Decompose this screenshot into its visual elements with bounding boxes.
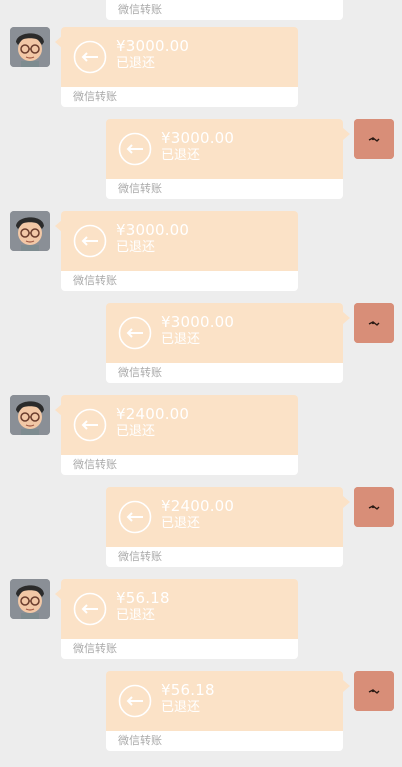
avatar[interactable] xyxy=(354,671,394,711)
transfer-amount: ¥56.18 xyxy=(116,589,170,607)
avatar[interactable] xyxy=(354,303,394,343)
transfer-status: 已退还 xyxy=(161,700,201,715)
avatar[interactable] xyxy=(10,395,50,435)
refund-arrow-icon xyxy=(118,132,152,166)
bubble-tail xyxy=(343,128,350,140)
avatar[interactable] xyxy=(10,27,50,67)
orange-avatar-icon xyxy=(354,303,394,343)
transfer-card-footer: 微信转账 xyxy=(118,734,162,747)
transfer-card[interactable]: ¥2400.00 已退还 微信转账 xyxy=(106,487,343,567)
transfer-card-footer: 微信转账 xyxy=(73,642,117,655)
transfer-card[interactable]: ¥56.18 已退还 微信转账 xyxy=(61,579,298,659)
refund-arrow-icon xyxy=(73,592,107,626)
transfer-card-footer: 微信转账 xyxy=(118,3,162,16)
transfer-card-footer: 微信转账 xyxy=(118,366,162,379)
orange-avatar-icon xyxy=(354,671,394,711)
transfer-card[interactable]: ¥3000.00 已退还 微信转账 xyxy=(106,119,343,199)
transfer-card[interactable]: ¥56.18 已退还 微信转账 xyxy=(106,671,343,751)
transfer-card-footer: 微信转账 xyxy=(73,458,117,471)
transfer-card[interactable]: ¥3000.00 已退还 微信转账 xyxy=(61,211,298,291)
transfer-status: 已退还 xyxy=(161,148,201,163)
cartoon-person-avatar-icon xyxy=(10,211,50,251)
transfer-card-footer: 微信转账 xyxy=(118,550,162,563)
refund-arrow-icon xyxy=(73,40,107,74)
avatar[interactable] xyxy=(354,487,394,527)
chat-history: 微信转账 ¥3000.00 已退还 微信转账 ¥3000.00 已退还 微信转账… xyxy=(0,0,402,767)
transfer-status: 已退还 xyxy=(116,56,156,71)
transfer-amount: ¥3000.00 xyxy=(116,221,190,239)
bubble-tail xyxy=(343,496,350,508)
transfer-amount: ¥2400.00 xyxy=(116,405,190,423)
orange-avatar-icon xyxy=(354,487,394,527)
bubble-tail xyxy=(343,312,350,324)
refund-arrow-icon xyxy=(73,224,107,258)
transfer-status: 已退还 xyxy=(161,332,201,347)
cartoon-person-avatar-icon xyxy=(10,395,50,435)
transfer-card[interactable]: ¥2400.00 已退还 微信转账 xyxy=(61,395,298,475)
transfer-status: 已退还 xyxy=(116,424,156,439)
avatar[interactable] xyxy=(10,579,50,619)
refund-arrow-icon xyxy=(118,316,152,350)
transfer-status: 已退还 xyxy=(161,516,201,531)
transfer-amount: ¥3000.00 xyxy=(116,37,190,55)
transfer-amount: ¥3000.00 xyxy=(161,313,235,331)
transfer-amount: ¥56.18 xyxy=(161,681,215,699)
cartoon-person-avatar-icon xyxy=(10,27,50,67)
cartoon-person-avatar-icon xyxy=(10,579,50,619)
refund-arrow-icon xyxy=(118,500,152,534)
partial-transfer-card[interactable]: 微信转账 xyxy=(106,0,343,20)
avatar[interactable] xyxy=(354,119,394,159)
transfer-card-footer: 微信转账 xyxy=(73,274,117,287)
transfer-card-footer: 微信转账 xyxy=(73,90,117,103)
transfer-card-footer: 微信转账 xyxy=(118,182,162,195)
refund-arrow-icon xyxy=(118,684,152,718)
transfer-status: 已退还 xyxy=(116,608,156,623)
orange-avatar-icon xyxy=(354,119,394,159)
transfer-amount: ¥2400.00 xyxy=(161,497,235,515)
transfer-card[interactable]: ¥3000.00 已退还 微信转账 xyxy=(106,303,343,383)
transfer-card[interactable]: ¥3000.00 已退还 微信转账 xyxy=(61,27,298,107)
refund-arrow-icon xyxy=(73,408,107,442)
transfer-amount: ¥3000.00 xyxy=(161,129,235,147)
transfer-status: 已退还 xyxy=(116,240,156,255)
avatar[interactable] xyxy=(10,211,50,251)
bubble-tail xyxy=(343,680,350,692)
